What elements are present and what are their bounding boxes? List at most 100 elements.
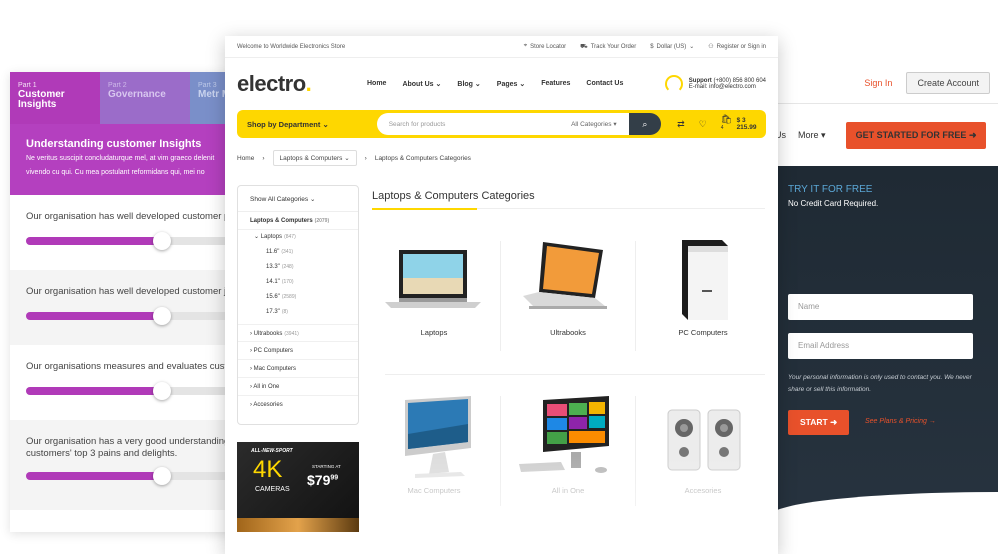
menu-label: Blog (457, 81, 473, 88)
tab-name: Governance (108, 89, 166, 100)
nav-more-label: More (798, 129, 819, 140)
slider-handle[interactable] (153, 232, 172, 250)
map-pin-icon: ⌖ (523, 43, 528, 49)
sidebar-item-accesories[interactable]: › Accesories (238, 396, 358, 414)
store-locator-link[interactable]: ⌖ Store Locator (524, 43, 566, 50)
menu-contact-us[interactable]: Contact Us (586, 80, 623, 88)
category-label: All in One (551, 486, 585, 495)
sidebar-item-label: Laptops & Computers (250, 218, 313, 224)
compare-icon[interactable]: ⇄ (677, 119, 685, 130)
category-card-laptops[interactable]: Laptops (375, 236, 493, 337)
breadcrumb-home[interactable]: Home (237, 155, 254, 162)
create-account-button[interactable]: Create Account (906, 71, 990, 94)
rating-slider[interactable] (26, 232, 246, 250)
sidebar-item-count: (248) (281, 264, 294, 270)
search-category-select[interactable]: All Categories ▾ (571, 120, 617, 128)
dollar-icon: $ (650, 43, 654, 50)
menu-label: Pages (496, 81, 518, 88)
tab-governance[interactable]: Part 2 Governance (100, 72, 190, 124)
sign-in-link[interactable]: Sign In (864, 78, 892, 88)
user-icon: ⚇ (708, 44, 714, 50)
cart-icon[interactable]: 🛍4 (721, 114, 733, 135)
category-card-all-in-one[interactable]: All in One (509, 394, 627, 495)
sidebar-item-size[interactable]: 13.3" (248) (238, 260, 358, 275)
menu-label: About Us (402, 81, 434, 88)
breadcrumb-label: Laptops & Computers (279, 155, 343, 162)
menu-home[interactable]: Home (367, 80, 386, 88)
search-button[interactable]: ⌕ (628, 113, 662, 135)
currency-selector[interactable]: $ Dollar (US) ⌄ (650, 43, 695, 51)
chevron-down-icon: ⌄ (689, 44, 695, 50)
category-card-pc-computers[interactable]: PC Computers (644, 236, 762, 337)
breadcrumb-current: Laptops & Computers Categories (374, 154, 471, 162)
slider-handle[interactable] (153, 467, 172, 485)
privacy-note: Your personal information is only used t… (788, 374, 972, 393)
breadcrumb-category-select[interactable]: Laptops & Computers ⌄ (272, 150, 357, 166)
promo-banner-4k-cameras[interactable]: ALL-NEW-SPORT 4K CAMERAS STARTING AT $79… (237, 442, 359, 532)
survey-card: Part 1 Customer Insights Part 2 Governan… (10, 72, 250, 532)
shop-by-department-button[interactable]: Shop by Department ⌄ (247, 120, 367, 129)
heart-icon[interactable]: ♡ (699, 119, 707, 130)
tab-customer-insights[interactable]: Part 1 Customer Insights (10, 72, 100, 124)
sidebar-item-size[interactable]: 11.6" (341) (238, 245, 358, 260)
category-card-accesories[interactable]: Accesories (644, 394, 762, 495)
sidebar-item-laptops-computers[interactable]: Laptops & Computers (2079) (238, 212, 358, 230)
promo-price: $7999 (307, 472, 338, 488)
all-in-one-image (519, 396, 609, 473)
electro-logo[interactable]: electro. (237, 71, 367, 97)
sidebar-item-mac-computers[interactable]: › Mac Computers (238, 360, 358, 378)
sidebar-item-pc-computers[interactable]: › PC Computers (238, 342, 358, 360)
grid-divider (385, 374, 765, 375)
grid-divider (500, 396, 501, 506)
no-card-text: No Credit Card Required. (788, 199, 879, 208)
breadcrumb: Home › Laptops & Computers ⌄ › Laptops &… (237, 150, 766, 166)
category-card-mac-computers[interactable]: Mac Computers (375, 394, 493, 495)
sidebar-item-size[interactable]: 15.6" (2589) (238, 290, 358, 305)
rating-slider[interactable] (26, 467, 246, 485)
sidebar-item-label: 13.3" (266, 264, 280, 270)
get-started-button[interactable]: GET STARTED FOR FREE ➜ (845, 121, 987, 149)
sidebar-item-laptops[interactable]: ⌄ Laptops (847) (238, 230, 358, 245)
banner-text-line: vivendo cu qui. Cu mea postulant reformi… (26, 169, 205, 176)
signup-form-panel: TRY IT FOR FREE No Credit Card Required.… (770, 166, 998, 532)
sidebar-item-label: Laptops (260, 234, 283, 240)
try-free-heading: TRY IT FOR FREE (788, 184, 873, 195)
menu-features[interactable]: Features (541, 80, 570, 88)
start-label: START (800, 417, 828, 427)
sidebar-item-ultrabooks[interactable]: › Ultrabooks (3941) (238, 324, 358, 342)
chevron-down-icon: ⌄ (435, 81, 442, 88)
menu-pages[interactable]: Pages ⌄ (497, 80, 525, 88)
arrow-right-icon: ➜ (968, 129, 977, 140)
sidebar-item-label: 11.6" (266, 249, 280, 255)
email-input[interactable]: Email Address (788, 333, 973, 359)
category-label: PC Computers (678, 328, 728, 337)
signup-nav: t Us More ▾ GET STARTED FOR FREE ➜ (770, 104, 998, 166)
plans-pricing-link[interactable]: See Plans & Pricing → (865, 418, 936, 425)
sidebar-item-label: PC Computers (253, 348, 294, 354)
chevron-down-icon: ⌄ (474, 81, 481, 88)
promo-starting: STARTING AT (312, 464, 341, 469)
menu-blog[interactable]: Blog ⌄ (457, 80, 480, 88)
start-button[interactable]: START ➜ (788, 410, 850, 435)
main-menu: Home About Us ⌄ Blog ⌄ Pages ⌄ Features … (367, 80, 623, 88)
category-card-ultrabooks[interactable]: Ultrabooks (509, 236, 627, 337)
arrow-right-icon: ➜ (830, 417, 838, 427)
nav-more[interactable]: More ▾ (798, 130, 826, 141)
show-all-categories[interactable]: Show All Categories ⌄ (238, 186, 358, 212)
search-input[interactable]: Search for products All Categories ▾ (376, 113, 629, 135)
account-link[interactable]: ⚇ Register or Sign in (708, 43, 766, 51)
survey-tabs: Part 1 Customer Insights Part 2 Governan… (10, 72, 250, 124)
sidebar-item-all-in-one[interactable]: › All in One (238, 378, 358, 396)
menu-about-us[interactable]: About Us ⌄ (402, 80, 441, 88)
slider-handle[interactable] (153, 307, 172, 325)
rating-slider[interactable] (26, 382, 246, 400)
name-input[interactable]: Name (788, 294, 973, 320)
sidebar-item-size[interactable]: 14.1" (170) (238, 275, 358, 290)
sidebar-item-size[interactable]: 17.3" (8) (238, 305, 358, 320)
show-all-label: Show All Categories (250, 196, 309, 203)
track-order-link[interactable]: ⛟ Track Your Order (580, 43, 636, 51)
chevron-right-icon: › (364, 154, 367, 162)
rating-slider[interactable] (26, 307, 246, 325)
slider-handle[interactable] (153, 382, 172, 400)
promo-tag: ALL-NEW-SPORT (251, 448, 293, 454)
